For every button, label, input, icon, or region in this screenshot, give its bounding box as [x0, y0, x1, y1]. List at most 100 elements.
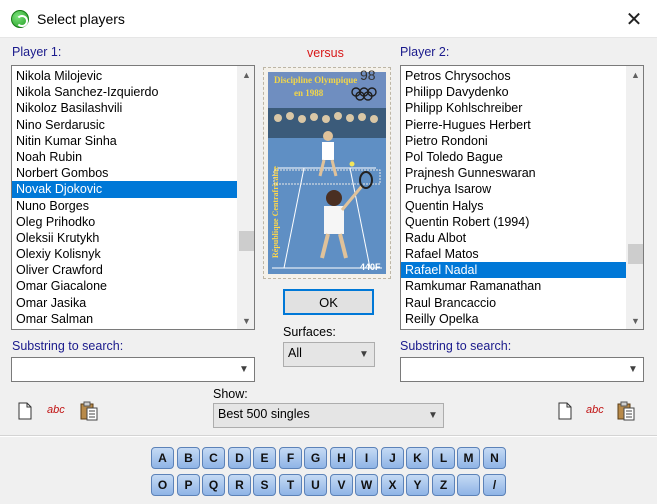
player2-list-items: Petros Chrysochos Philipp Davydenko Philip… — [401, 66, 626, 329]
list-item[interactable]: Nikola Sanchez-Izquierdo — [12, 84, 237, 100]
list-item[interactable]: Raul Brancaccio — [401, 295, 626, 311]
list-item[interactable]: Omar Jasika — [12, 295, 237, 311]
list-item[interactable]: Omar Salman — [12, 311, 237, 327]
list-item[interactable]: Ramkumar Ramanathan — [401, 278, 626, 294]
stamp-value: 440F — [360, 262, 381, 272]
player2-list[interactable]: Petros Chrysochos Philipp Davydenko Philip… — [400, 65, 644, 330]
letter-button[interactable]: E — [253, 447, 276, 469]
letter-button[interactable]: P — [177, 474, 200, 496]
list-item[interactable]: Petros Chrysochos — [401, 68, 626, 84]
tennis-stamp-illustration: Discipline Olympique en 1988 98 Républiq… — [268, 67, 386, 274]
player1-scrollbar[interactable]: ▲ ▼ — [237, 66, 254, 329]
letter-button[interactable]: W — [355, 474, 378, 496]
letter-button[interactable]: C — [202, 447, 225, 469]
close-button[interactable]: ✕ — [611, 0, 657, 38]
list-item[interactable]: Pruchya Isarow — [401, 181, 626, 197]
list-item[interactable]: Pietro Rondoni — [401, 133, 626, 149]
list-item[interactable]: Rafael Matos — [401, 246, 626, 262]
stamp-banner-line2: en 1988 — [294, 88, 324, 98]
scroll-up-icon[interactable]: ▲ — [238, 66, 254, 83]
list-item[interactable]: Philipp Davydenko — [401, 84, 626, 100]
letter-button[interactable]: O — [151, 474, 174, 496]
list-item[interactable]: Oleksii Krutykh — [12, 230, 237, 246]
player2-scrollbar[interactable]: ▲ ▼ — [626, 66, 643, 329]
chevron-down-icon: ▼ — [428, 410, 438, 421]
scroll-down-icon[interactable]: ▼ — [627, 312, 643, 329]
player1-list[interactable]: Nikola Milojevic Nikola Sanchez-Izquierdo… — [11, 65, 255, 330]
list-item[interactable]: Noah Rubin — [12, 149, 237, 165]
letter-button[interactable]: H — [330, 447, 353, 469]
letter-button[interactable]: G — [304, 447, 327, 469]
list-item[interactable]: Radu Albot — [401, 230, 626, 246]
clipboard-icon[interactable] — [616, 401, 636, 421]
list-item[interactable]: Nino Serdarusic — [12, 117, 237, 133]
clipboard-icon[interactable] — [79, 401, 99, 421]
letter-button[interactable]: X — [381, 474, 404, 496]
letter-button[interactable]: D — [228, 447, 251, 469]
letter-button[interactable]: A — [151, 447, 174, 469]
letter-button[interactable]: Q — [202, 474, 225, 496]
scroll-thumb[interactable] — [239, 231, 254, 251]
show-select[interactable]: Best 500 singles ▼ — [213, 403, 444, 428]
versus-label: versus — [307, 46, 344, 60]
letter-button[interactable]: Y — [406, 474, 429, 496]
chevron-down-icon[interactable]: ▼ — [237, 358, 251, 381]
letter-button[interactable]: U — [304, 474, 327, 496]
scroll-down-icon[interactable]: ▼ — [238, 312, 254, 329]
letter-button[interactable]: I — [355, 447, 378, 469]
list-item[interactable]: Nuno Borges — [12, 198, 237, 214]
surfaces-value: All — [288, 346, 302, 360]
letter-button[interactable]: V — [330, 474, 353, 496]
list-item[interactable]: Quentin Halys — [401, 198, 626, 214]
list-item[interactable]: Pierre-Hugues Herbert — [401, 117, 626, 133]
letter-button[interactable]: R — [228, 474, 251, 496]
abc-button[interactable]: abc — [47, 404, 65, 416]
stamp-banner-line1: Discipline Olympique — [274, 75, 357, 85]
letter-button[interactable] — [457, 474, 480, 496]
list-item[interactable]: Prajnesh Gunneswaran — [401, 165, 626, 181]
abc-button[interactable]: abc — [586, 404, 604, 416]
list-item[interactable]: Reilly Opelka — [401, 311, 626, 327]
surfaces-label: Surfaces: — [283, 325, 336, 339]
list-item[interactable]: Philipp Kohlschreiber — [401, 100, 626, 116]
letter-button[interactable]: Z — [432, 474, 455, 496]
surfaces-select[interactable]: All ▼ — [283, 342, 375, 367]
letter-button[interactable]: N — [483, 447, 506, 469]
list-item[interactable]: Quentin Robert (1994) — [401, 214, 626, 230]
list-item[interactable]: Rafael Nadal — [401, 262, 626, 279]
list-item[interactable]: Oliver Crawford — [12, 262, 237, 278]
list-item[interactable]: Norbert Gombos — [12, 165, 237, 181]
show-value: Best 500 singles — [218, 407, 310, 421]
list-item[interactable]: Pol Toledo Bague — [401, 149, 626, 165]
list-item[interactable]: Nikola Milojevic — [12, 68, 237, 84]
scroll-thumb[interactable] — [628, 244, 643, 264]
left-search-label: Substring to search: — [12, 339, 124, 353]
list-item[interactable]: Olexiy Kolisnyk — [12, 246, 237, 262]
player1-label: Player 1: — [12, 45, 62, 59]
letter-button[interactable]: B — [177, 447, 200, 469]
list-item[interactable]: Nikoloz Basilashvili — [12, 100, 237, 116]
separator-highlight — [0, 436, 657, 437]
letter-button[interactable]: J — [381, 447, 404, 469]
list-item[interactable]: Oleg Prihodko — [12, 214, 237, 230]
left-search-input[interactable]: ▼ — [11, 357, 255, 382]
list-item[interactable]: Omar Giacalone — [12, 278, 237, 294]
letter-button[interactable]: F — [279, 447, 302, 469]
list-item[interactable]: Novak Djokovic — [12, 181, 237, 198]
new-document-icon[interactable] — [557, 402, 577, 422]
scroll-up-icon[interactable]: ▲ — [627, 66, 643, 83]
letter-button[interactable]: / — [483, 474, 506, 496]
letter-button[interactable]: M — [457, 447, 480, 469]
list-item[interactable]: Nitin Kumar Sinha — [12, 133, 237, 149]
ok-button[interactable]: OK — [283, 289, 374, 315]
letter-button[interactable]: K — [406, 447, 429, 469]
chevron-down-icon[interactable]: ▼ — [626, 358, 640, 381]
letter-button[interactable]: S — [253, 474, 276, 496]
letter-button[interactable]: T — [279, 474, 302, 496]
show-label: Show: — [213, 387, 248, 401]
stamp-country: République Centrafricaine — [271, 166, 280, 258]
right-search-input[interactable]: ▼ — [400, 357, 644, 382]
stamp-image: Discipline Olympique en 1988 98 Républiq… — [263, 67, 391, 279]
letter-button[interactable]: L — [432, 447, 455, 469]
new-document-icon[interactable] — [17, 402, 37, 422]
